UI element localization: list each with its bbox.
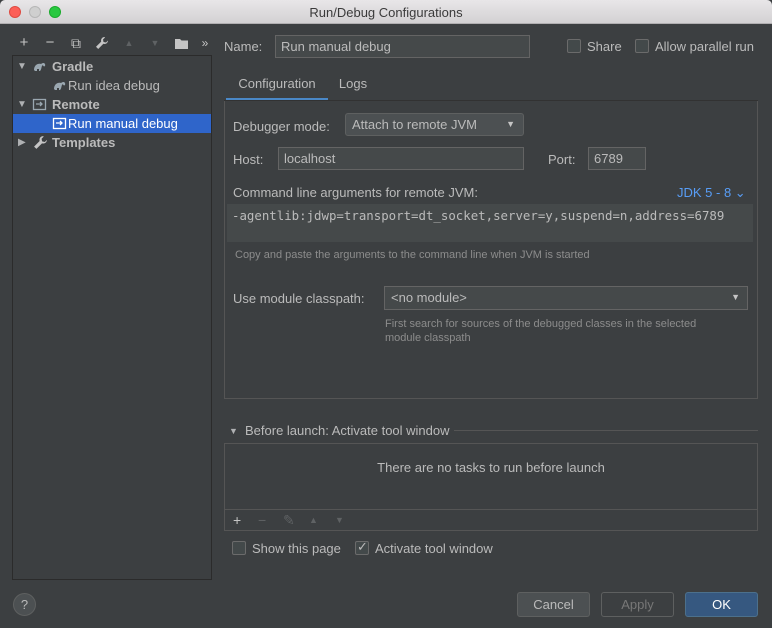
module-classpath-label: Use module classpath: (233, 291, 365, 306)
gradle-icon (54, 81, 66, 90)
before-launch-title: Before launch: Activate tool window (245, 423, 450, 438)
cmdline-hint: Copy and paste the arguments to the comm… (235, 249, 590, 261)
cmdline-label: Command line arguments for remote JVM: (233, 185, 478, 200)
move-up-icon[interactable]: ▲ (120, 34, 138, 52)
name-input[interactable]: Run manual debug (275, 35, 530, 58)
empty-tasks-text: There are no tasks to run before launch (377, 460, 605, 475)
tree-item-run-idea-debug[interactable]: Run idea debug (13, 76, 211, 95)
port-label: Port: (548, 152, 576, 167)
help-button[interactable]: ? (13, 593, 36, 616)
debugger-mode-label: Debugger mode: (233, 119, 330, 134)
tab-logs[interactable]: Logs (333, 71, 373, 101)
folder-icon[interactable] (172, 34, 190, 52)
show-this-page-checkbox[interactable] (232, 541, 246, 555)
move-down-icon[interactable]: ▼ (146, 34, 164, 52)
tree-item-run-manual-debug[interactable]: Run manual debug (13, 114, 211, 133)
expand-arrow-icon[interactable]: ▼ (17, 57, 27, 76)
port-input[interactable]: 6789 (588, 147, 646, 170)
activate-tool-window-label: Activate tool window (375, 541, 493, 556)
expand-arrow-icon[interactable]: ▼ (17, 95, 27, 114)
tree-item-label: Templates (52, 135, 116, 150)
remove-icon[interactable]: − (41, 34, 59, 52)
title-bar: Run/Debug Configurations (0, 0, 772, 24)
remote-icon (32, 98, 47, 111)
before-launch-toolbar: + − ✎ ▲ ▼ (225, 509, 757, 530)
activate-tool-window-checkbox[interactable] (355, 539, 369, 555)
tree-item-templates[interactable]: ▶ Templates (13, 133, 211, 152)
edit-task-icon[interactable]: ✎ (283, 510, 295, 530)
host-label: Host: (233, 152, 264, 167)
debugger-mode-value: Attach to remote JVM (352, 117, 477, 132)
copy-icon[interactable]: ⧉ (67, 34, 85, 52)
module-classpath-select[interactable]: <no module> ▼ (384, 286, 748, 310)
apply-button[interactable]: Apply (601, 592, 674, 617)
chevron-down-icon: ▼ (731, 292, 740, 302)
chevron-down-icon: ▼ (506, 119, 515, 129)
tree-item-label: Run idea debug (68, 78, 160, 93)
collapse-arrow-icon[interactable]: ▶ (18, 133, 26, 152)
debugger-mode-select[interactable]: Attach to remote JVM ▼ (345, 113, 524, 136)
host-input[interactable]: localhost (278, 147, 524, 170)
move-task-up-icon[interactable]: ▲ (309, 510, 318, 530)
tree-item-label: Remote (52, 97, 100, 112)
name-label: Name: (224, 39, 263, 54)
remove-task-icon[interactable]: − (258, 510, 266, 530)
share-label: Share (587, 39, 622, 54)
move-task-down-icon[interactable]: ▼ (335, 510, 344, 530)
add-icon[interactable]: + (15, 34, 33, 52)
ok-button[interactable]: OK (685, 592, 758, 617)
allow-parallel-run-checkbox[interactable] (635, 39, 649, 53)
collapse-arrow-icon[interactable]: ▼ (229, 426, 238, 436)
gradle-icon (34, 62, 46, 71)
module-hint-line-2: module classpath (385, 332, 471, 344)
tree-item-label: Gradle (52, 59, 94, 74)
tree-item-label: Run manual debug (68, 116, 178, 131)
cancel-button[interactable]: Cancel (517, 592, 590, 617)
section-divider (454, 430, 758, 431)
tab-configuration[interactable]: Configuration (226, 71, 328, 101)
jdk-version-link[interactable]: JDK 5 - 8 ⌄ (677, 185, 746, 201)
tree-item-remote[interactable]: ▼ Remote (13, 95, 211, 114)
show-this-page-label: Show this page (252, 541, 341, 556)
wrench-icon[interactable] (93, 34, 111, 52)
more-icon[interactable]: » (196, 34, 214, 52)
allow-parallel-run-label: Allow parallel run (655, 39, 754, 54)
wrench-icon (34, 136, 47, 149)
add-task-icon[interactable]: + (233, 510, 241, 530)
tree-item-gradle[interactable]: ▼ Gradle (13, 57, 211, 76)
configuration-tree[interactable]: ▼ Gradle Run idea debug ▼ Remote Run man… (12, 55, 212, 580)
cmdline-arguments-field[interactable]: -agentlib:jdwp=transport=dt_socket,serve… (227, 204, 753, 242)
window-title: Run/Debug Configurations (309, 5, 463, 20)
remote-icon (52, 117, 67, 130)
module-classpath-value: <no module> (391, 290, 467, 305)
share-checkbox[interactable] (567, 39, 581, 53)
module-hint-line-1: First search for sources of the debugged… (385, 318, 697, 330)
